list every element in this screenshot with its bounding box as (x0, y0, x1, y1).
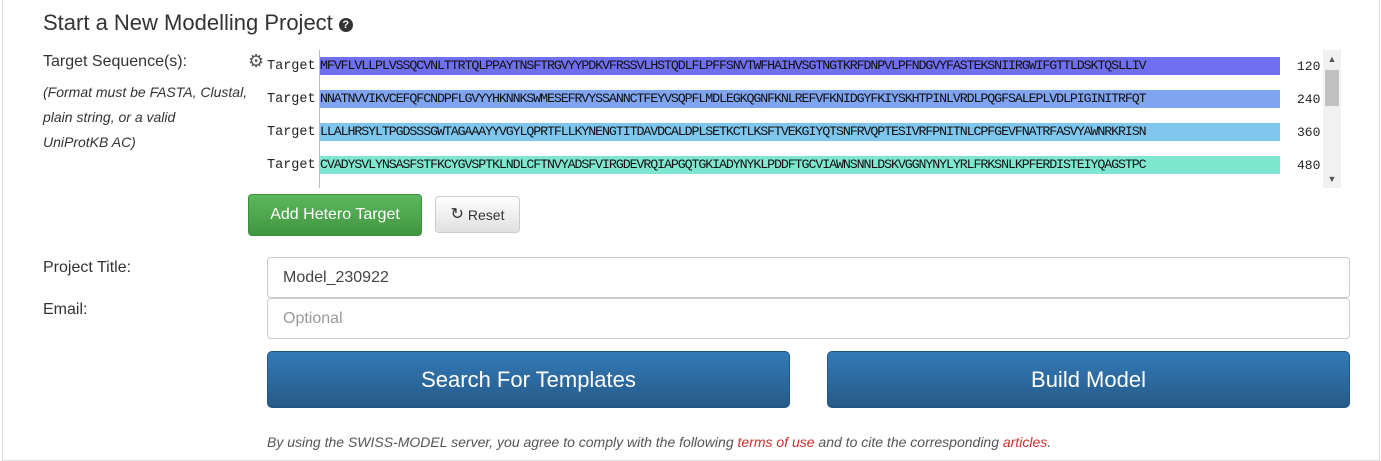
page-title-text: Start a New Modelling Project (43, 10, 333, 35)
email-input[interactable] (267, 298, 1350, 339)
reset-button-label: Reset (467, 206, 505, 223)
scroll-thumb[interactable] (1325, 70, 1339, 106)
gear-icon[interactable]: ⚙ (248, 52, 264, 70)
project-title-input[interactable] (267, 257, 1350, 298)
question-circle-icon[interactable]: ? (338, 18, 353, 32)
vertical-scrollbar[interactable]: ▲ ▼ (1323, 50, 1341, 188)
terms-text: and to cite the corresponding (814, 434, 1003, 450)
format-hint: (Format must be FASTA, Clustal, plain st… (43, 80, 247, 155)
format-hint-line: plain string, or a valid (43, 109, 176, 125)
sequence-text[interactable]: CVADYSVLYNSASFSTFKCYGVSPTKLNDLCFTNVYADSF… (320, 156, 1280, 174)
terms-text: . (1047, 434, 1052, 450)
sequence-editor[interactable]: ⚙ Target MFVFLVLLPLVSSQCVNLTTRTQLPPAYTNS… (248, 50, 1341, 188)
sequence-row-label: Target (267, 58, 316, 74)
articles-link[interactable]: articles (1003, 434, 1047, 450)
page-title: Start a New Modelling Project ? (43, 10, 353, 36)
sequence-position: 120 (1297, 58, 1321, 74)
terms-notice: By using the SWISS-MODEL server, you agr… (267, 434, 1051, 450)
sequence-text[interactable]: LLALHRSYLTPGDSSSGWTAGAAAYYVGYLQPRTFLLKYN… (320, 123, 1280, 141)
terms-of-use-link[interactable]: terms of use (738, 434, 815, 450)
scroll-down-icon[interactable]: ▼ (1323, 170, 1341, 188)
format-hint-line: (Format must be FASTA, Clustal, (43, 84, 248, 100)
search-templates-button[interactable]: Search For Templates (267, 351, 790, 408)
sequence-row-label: Target (267, 124, 316, 140)
format-hint-line: UniProtKB AC) (43, 134, 136, 150)
refresh-icon: ↻ (450, 205, 464, 223)
add-hetero-target-button[interactable]: Add Hetero Target (248, 194, 422, 236)
build-model-button[interactable]: Build Model (827, 351, 1350, 408)
sequence-text[interactable]: MFVFLVLLPLVSSQCVNLTTRTQLPPAYTNSFTRGVYYPD… (320, 57, 1280, 75)
scroll-up-icon[interactable]: ▲ (1323, 50, 1341, 68)
modelling-panel: Start a New Modelling Project ? Target S… (2, 0, 1380, 461)
sequence-position: 240 (1297, 91, 1321, 107)
target-sequence-label: Target Sequence(s): (43, 53, 188, 70)
email-label: Email: (43, 301, 88, 318)
terms-text: By using the SWISS-MODEL server, you agr… (267, 434, 738, 450)
project-title-label: Project Title: (43, 259, 132, 276)
reset-button[interactable]: ↻ Reset (435, 196, 520, 233)
sequence-position: 480 (1297, 157, 1321, 173)
sequence-row-label: Target (267, 157, 316, 173)
sequence-text[interactable]: NNATNVVIKVCEFQFCNDPFLGVYYHKNNKSWMESEFRVY… (320, 90, 1280, 108)
sequence-row-label: Target (267, 91, 316, 107)
sequence-position: 360 (1297, 124, 1321, 140)
